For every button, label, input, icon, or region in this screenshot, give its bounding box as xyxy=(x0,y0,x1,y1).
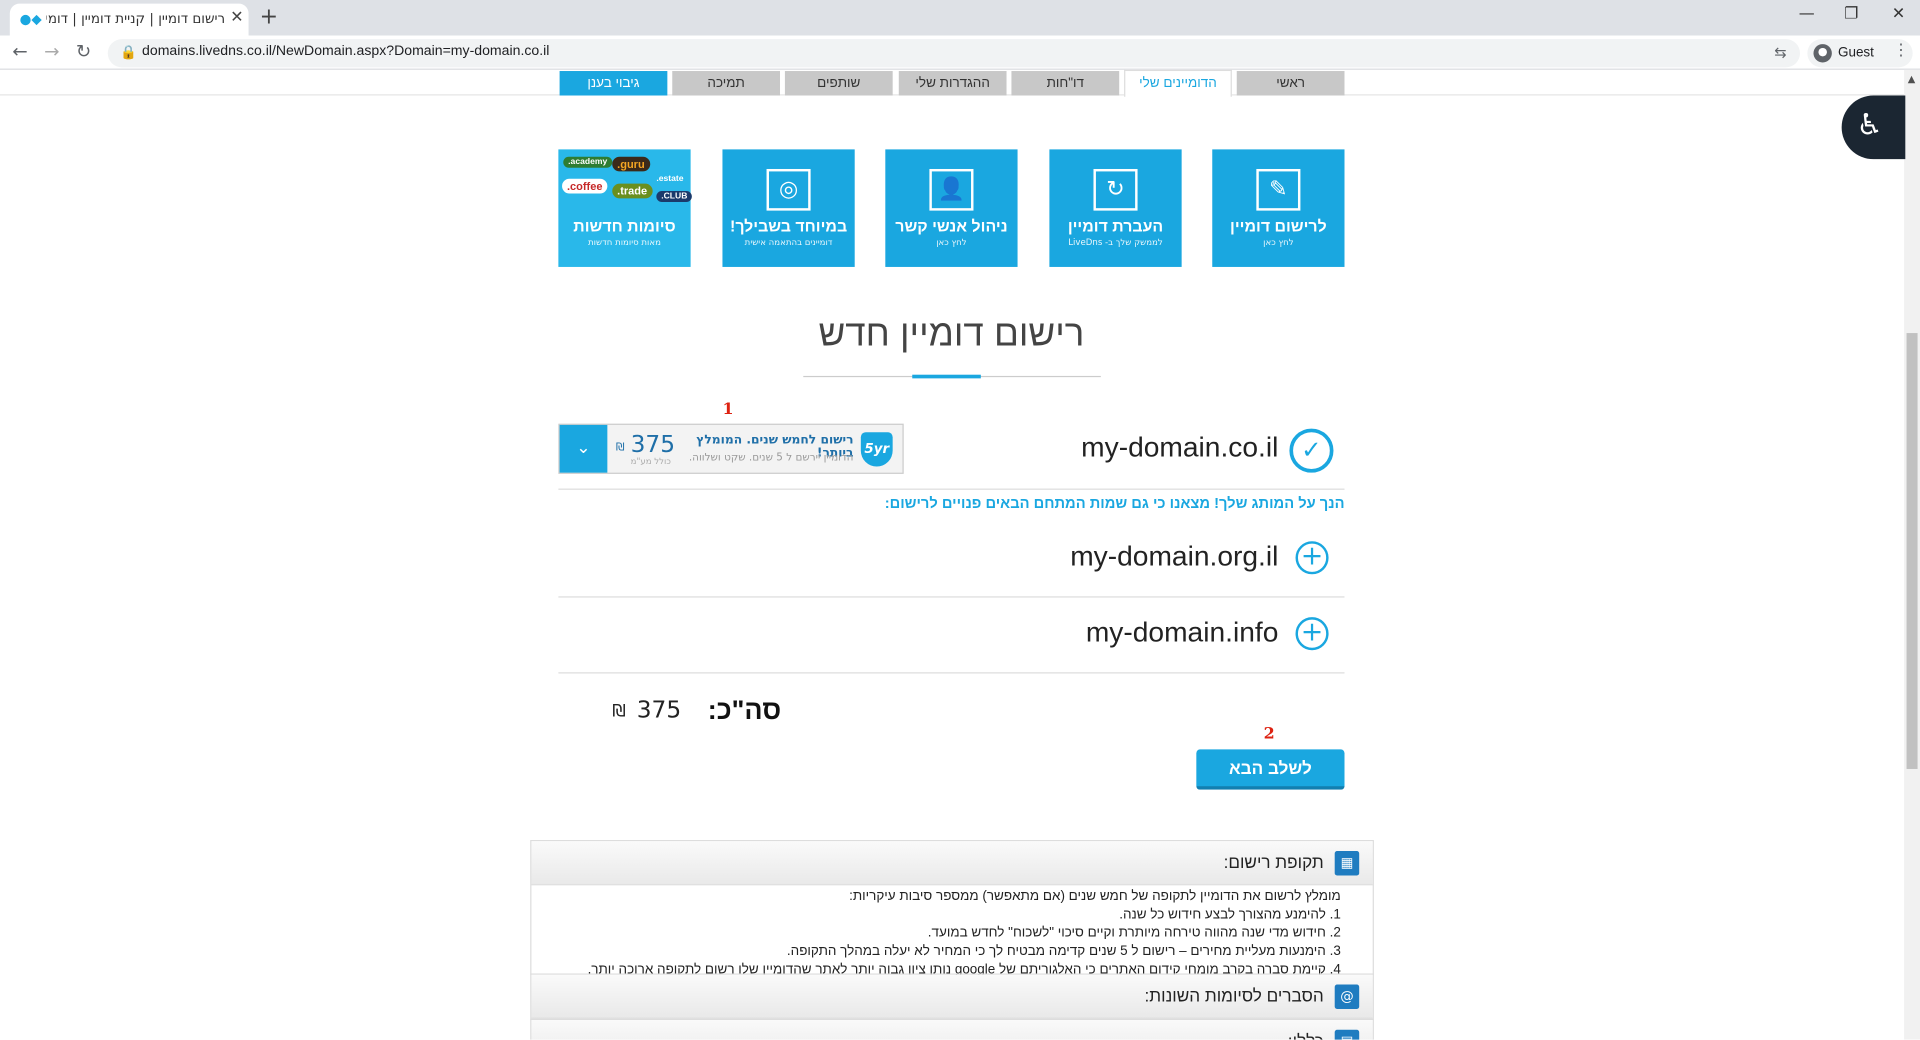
panel-title: כללי: xyxy=(899,1031,1324,1040)
info-panel-general: ▤ כללי: xyxy=(530,1018,1374,1040)
panel-header[interactable]: ▦ תקופת רישום: xyxy=(531,841,1373,886)
tile-register-domain[interactable]: ✎ לרישום דומיין לחץ כאן xyxy=(1212,149,1345,267)
title-accent xyxy=(912,374,981,379)
tile-title: העברת דומיין xyxy=(1067,216,1164,236)
selected-domain-name: my-domain.co.il xyxy=(1081,431,1279,463)
address-bar[interactable]: 🔒 domains.livedns.co.il/NewDomain.aspx?D… xyxy=(107,39,1801,68)
tld-bubble: .estate xyxy=(651,173,689,185)
plan-description: הדומיין יירשם ל 5 שנים. שקט ושלווה. xyxy=(688,451,854,465)
tld-bubble: .academy xyxy=(563,156,613,168)
tile-title: סיומות חדשות xyxy=(573,216,676,236)
nav-tab-home[interactable]: ראשי xyxy=(1236,71,1345,96)
nav-tab-cloud-backup[interactable]: גיבוי בענן xyxy=(559,71,668,96)
tile-special-for-you[interactable]: ◎ במיוחד בשבילך! דומיינים בהתאמה אישית xyxy=(722,149,855,267)
wheelchair-icon: ♿ xyxy=(1856,107,1883,143)
panel-title: תקופת רישום: xyxy=(1223,852,1324,872)
tile-title: לרישום דומיין xyxy=(1230,216,1327,236)
calendar-icon: ▦ xyxy=(1334,851,1360,876)
tile-subtitle: לחץ כאן xyxy=(936,237,967,248)
shield-icon: 5yr xyxy=(860,432,893,467)
target-icon: ◎ xyxy=(766,168,811,211)
tile-new-tlds[interactable]: .academy .guru .coffee .trade .estate .C… xyxy=(558,149,693,267)
browser-tab-title: רישום דומיין | קניית דומיין | דומיין xyxy=(46,11,226,27)
panel-title: הסברים לסיומות השונות: xyxy=(1144,985,1324,1006)
minimize-icon[interactable]: — xyxy=(1799,5,1815,23)
nav-tab-support[interactable]: תמיכה xyxy=(672,71,781,96)
nav-tab-partners[interactable]: שותפים xyxy=(784,71,893,96)
close-icon[interactable]: ✕ xyxy=(230,9,243,27)
next-step-button[interactable]: לשלב הבא xyxy=(1196,749,1345,790)
panel-line: 2. חידוש מדי שנה מהווה טירחה מיותרת וקיי… xyxy=(927,925,1341,941)
tile-title: ניהול אנשי קשר xyxy=(895,216,1008,236)
scrollbar-thumb[interactable] xyxy=(1906,333,1918,769)
plan-vat-note: כולל מע"מ xyxy=(630,456,671,467)
registration-period-select[interactable]: ⌄ ₪ 375 כולל מע"מ רישום לחמש שנים. המומל… xyxy=(558,423,904,474)
annotation-marker: 1 xyxy=(722,400,734,419)
tile-title: במיוחד בשבילך! xyxy=(730,216,848,236)
tld-bubble: .trade xyxy=(612,183,653,199)
row-divider xyxy=(558,596,1345,598)
at-sign-icon: @ xyxy=(1334,984,1360,1009)
transfer-icon: ↻ xyxy=(1093,168,1138,211)
tile-transfer-domain[interactable]: ↻ העברת דומיין לממשק שלך ב- LiveDns xyxy=(1049,149,1182,267)
panel-line: מומלץ לרשום את הדומיין לתקופה של חמש שני… xyxy=(849,888,1341,904)
nav-tab-my-domains[interactable]: הדומיינים שלי xyxy=(1124,69,1232,97)
suggestion-note: הנך על המותג שלך! מצאנו כי גם שמות המתחם… xyxy=(884,494,1345,512)
annotation-marker: 2 xyxy=(1263,724,1275,744)
reload-icon[interactable]: ↻ xyxy=(76,40,91,62)
browser-toolbar: ← → ↻ 🔒 domains.livedns.co.il/NewDomain.… xyxy=(0,35,1920,70)
chevron-down-icon[interactable]: ⌄ xyxy=(559,424,608,473)
forward-icon[interactable]: → xyxy=(44,40,59,62)
total-value: 375 xyxy=(636,696,682,724)
plan-price: 375 xyxy=(630,431,676,458)
tile-subtitle: מאות סיומות חדשות xyxy=(588,237,661,248)
pencil-icon: ✎ xyxy=(1256,168,1301,211)
plan-currency: ₪ xyxy=(615,442,625,455)
tld-bubble: .CLUB xyxy=(656,191,693,203)
add-domain-icon[interactable]: + xyxy=(1295,617,1329,651)
tld-bubble: .guru xyxy=(612,156,650,172)
browser-tab-strip: ●◆ רישום דומיין | קניית דומיין | דומיין … xyxy=(0,0,1920,36)
tile-subtitle: דומיינים בהתאמה אישית xyxy=(744,237,833,248)
document-icon: ▤ xyxy=(1334,1029,1360,1040)
restore-icon[interactable]: ❐ xyxy=(1844,5,1858,23)
browser-tab[interactable]: ●◆ רישום דומיין | קניית דומיין | דומיין … xyxy=(9,3,249,36)
livedns-logo-icon: ●◆ xyxy=(19,11,42,27)
new-tab-icon[interactable]: + xyxy=(260,4,278,30)
row-divider xyxy=(558,488,1345,490)
kebab-menu-icon[interactable]: ⋮ xyxy=(1893,42,1909,60)
add-domain-icon[interactable]: + xyxy=(1295,541,1329,575)
avatar-icon: ● xyxy=(1813,44,1832,63)
profile-label: Guest xyxy=(1837,45,1874,61)
lock-icon[interactable]: 🔒 xyxy=(120,44,137,60)
page-title: רישום דומיין חדש xyxy=(818,313,1085,354)
tile-subtitle: לחץ כאן xyxy=(1263,237,1294,248)
row-divider xyxy=(558,672,1345,674)
nav-tab-settings[interactable]: ההגדרות שלי xyxy=(898,71,1007,96)
total-label: סה"כ: xyxy=(707,694,782,725)
accessibility-button[interactable]: ♿ xyxy=(1841,95,1906,160)
info-panel-registration-period: ▦ תקופת רישום: מומלץ לרשום את הדומיין לת… xyxy=(530,840,1374,977)
panel-header[interactable]: @ הסברים לסיומות השונות: xyxy=(531,974,1373,1019)
nav-tab-reports[interactable]: דו"חות xyxy=(1011,71,1120,96)
back-icon[interactable]: ← xyxy=(12,40,27,62)
scroll-up-icon[interactable]: ▲ xyxy=(1908,73,1916,84)
panel-line: 3. הימנעות מעליית מחירים – רישום ל 5 שני… xyxy=(786,944,1341,959)
translate-icon[interactable]: ⇆ xyxy=(1774,44,1786,61)
contact-icon: 👤 xyxy=(929,168,974,211)
tile-subtitle: לממשק שלך ב- LiveDns xyxy=(1068,237,1163,248)
close-window-icon[interactable]: ✕ xyxy=(1892,5,1905,23)
panel-header[interactable]: ▤ כללי: xyxy=(531,1020,1373,1040)
tld-bubble: .coffee xyxy=(562,178,608,194)
url-text[interactable]: domains.livedns.co.il/NewDomain.aspx?Dom… xyxy=(142,44,549,59)
total-currency: ₪ xyxy=(612,701,626,722)
panel-body: מומלץ לרשום את הדומיין לתקופה של חמש שני… xyxy=(531,885,1372,979)
check-circle-icon[interactable]: ✓ xyxy=(1289,428,1334,473)
info-panel-extensions: @ הסברים לסיומות השונות: xyxy=(530,973,1374,1021)
panel-line: 1. להימנע מהצורך לבצע חידוש כל שנה. xyxy=(1119,907,1341,923)
tile-manage-contacts[interactable]: 👤 ניהול אנשי קשר לחץ כאן xyxy=(885,149,1018,267)
suggested-domain-name: my-domain.info xyxy=(1085,615,1279,648)
suggested-domain-name: my-domain.org.il xyxy=(1070,540,1279,572)
